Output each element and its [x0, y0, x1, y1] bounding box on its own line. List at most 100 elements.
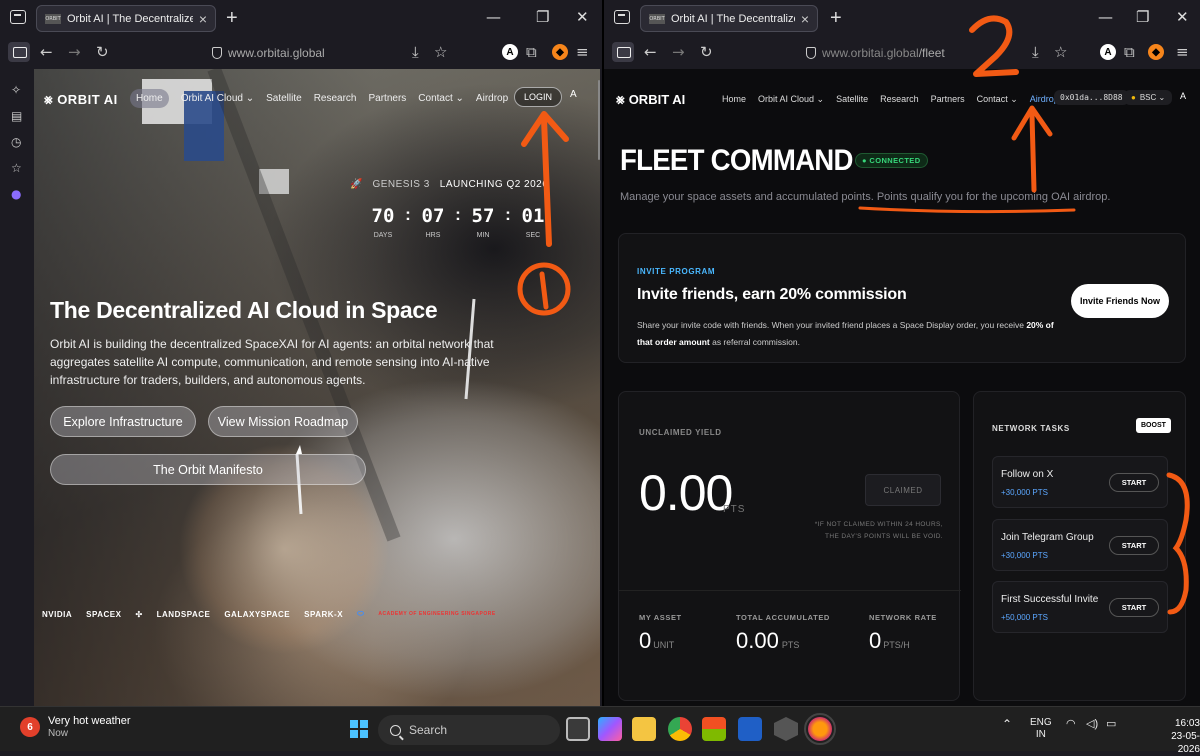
new-tab-icon[interactable]: + — [830, 7, 842, 30]
extensions-icon[interactable]: ⧉ — [1124, 43, 1135, 61]
boost-badge[interactable]: BOOST — [1136, 418, 1171, 433]
chain-selector[interactable]: BSC ⌄ — [1124, 90, 1173, 105]
search-icon — [390, 724, 401, 736]
nav-home[interactable]: Home — [722, 94, 746, 105]
close-icon[interactable]: × — [199, 11, 207, 27]
start-icon[interactable] — [350, 720, 368, 738]
account-icon[interactable]: A — [502, 44, 518, 60]
metamask-icon[interactable]: ◆ — [1148, 44, 1164, 60]
taskbar-search[interactable]: Search — [378, 715, 560, 745]
invite-description: Share your invite code with friends. Whe… — [637, 320, 1054, 347]
nav-cloud[interactable]: Orbit AI Cloud ⌄ — [181, 93, 254, 104]
store-icon[interactable] — [702, 717, 726, 741]
app-icon[interactable] — [738, 717, 762, 741]
metamask-icon[interactable]: ◆ — [552, 44, 568, 60]
ai-sparkle-icon[interactable]: ✧ — [11, 83, 21, 97]
nav-home[interactable]: Home — [130, 89, 169, 108]
bookmarks-icon[interactable]: ▤ — [11, 109, 22, 123]
task-view-icon[interactable] — [566, 717, 590, 741]
orbit-logo[interactable]: ⨳ ORBIT AI — [616, 91, 685, 108]
page-scrollbar[interactable] — [598, 80, 600, 160]
language-indicator[interactable]: ENG IN — [1030, 717, 1052, 741]
sidebar-toggle-icon[interactable] — [612, 42, 634, 62]
language-icon[interactable]: A — [1180, 91, 1186, 101]
nav-contact[interactable]: Contact ⌄ — [977, 94, 1018, 105]
extensions-icon[interactable]: ⧉ — [526, 43, 537, 61]
wifi-icon[interactable]: ◠ — [1066, 717, 1076, 730]
minimize-icon[interactable]: — — [486, 8, 501, 26]
countdown-days: 70 — [371, 205, 395, 227]
minimize-icon[interactable]: — — [1098, 8, 1113, 26]
download-icon[interactable]: ⤓ — [1032, 43, 1039, 61]
nav-research[interactable]: Research — [314, 93, 357, 104]
reload-icon[interactable]: ↻ — [96, 43, 109, 61]
network-tasks-card: NETWORK TASKS BOOST Follow on X +30,000 … — [973, 391, 1186, 701]
menu-icon[interactable]: ≡ — [1176, 43, 1189, 61]
browser-sidebar: ✧ ▤ ◷ ☆ ● — [0, 69, 34, 706]
stat-my-asset: MY ASSET 0 UNIT — [639, 613, 682, 653]
left-browser-window: ORBIT Orbit AI | The Decentralized AI C … — [0, 0, 602, 706]
nav-partners[interactable]: Partners — [369, 93, 407, 104]
app-hex-icon[interactable] — [774, 717, 798, 741]
browser-tab[interactable]: ORBIT Orbit AI | The Decentralized AI C … — [36, 5, 216, 32]
task-join-telegram: Join Telegram Group +30,000 PTS START — [992, 519, 1168, 571]
window-close-icon[interactable]: ✕ — [576, 8, 589, 26]
firefox-icon[interactable] — [804, 713, 836, 745]
back-icon[interactable]: ← — [644, 43, 657, 61]
right-browser-window: ORBIT Orbit AI | The Decentralized AI C … — [604, 0, 1200, 706]
start-button[interactable]: START — [1109, 536, 1159, 555]
menu-icon[interactable]: ≡ — [576, 43, 589, 61]
language-icon[interactable]: A — [570, 89, 577, 100]
tab-list-icon[interactable] — [614, 10, 630, 24]
tab-list-icon[interactable] — [10, 10, 26, 24]
nav-satellite[interactable]: Satellite — [266, 93, 302, 104]
nav-cloud[interactable]: Orbit AI Cloud ⌄ — [758, 94, 824, 105]
window-close-icon[interactable]: ✕ — [1176, 8, 1189, 26]
clock[interactable]: 16:03 23-05-2026 — [1152, 717, 1200, 756]
browser-tab[interactable]: ORBIT Orbit AI | The Decentralized AI C … — [640, 5, 818, 32]
login-button[interactable]: LOGIN — [514, 87, 563, 107]
page-subtitle: Manage your space assets and accumulated… — [620, 191, 1111, 203]
restore-icon[interactable]: ❐ — [1136, 8, 1149, 26]
start-button[interactable]: START — [1109, 473, 1159, 492]
view-roadmap-button[interactable]: View Mission Roadmap — [208, 406, 358, 437]
reload-icon[interactable]: ↻ — [700, 43, 713, 61]
bookmark-star-icon[interactable]: ☆ — [434, 43, 447, 61]
back-icon[interactable]: ← — [40, 43, 53, 61]
restore-icon[interactable]: ❐ — [536, 8, 549, 26]
assistant-icon[interactable]: ● — [11, 187, 21, 201]
file-explorer-icon[interactable] — [632, 717, 656, 741]
wallet-address-button[interactable]: 0x01da...8D88 — [1054, 90, 1129, 105]
nav-contact[interactable]: Contact ⌄ — [418, 93, 464, 104]
bookmark-star-icon[interactable]: ☆ — [1054, 43, 1067, 61]
nav-satellite[interactable]: Satellite — [836, 94, 868, 105]
nav-partners[interactable]: Partners — [931, 94, 965, 105]
star-icon[interactable]: ☆ — [11, 161, 22, 175]
tray-chevron-icon[interactable]: ⌃ — [1002, 717, 1012, 731]
sidebar-toggle-icon[interactable] — [8, 42, 30, 62]
nav-research[interactable]: Research — [880, 94, 919, 105]
manifesto-button[interactable]: The Orbit Manifesto — [50, 454, 366, 485]
volume-icon[interactable]: ◁) — [1086, 717, 1098, 730]
chrome-icon[interactable] — [668, 717, 692, 741]
close-icon[interactable]: × — [801, 11, 809, 27]
history-icon[interactable]: ◷ — [11, 135, 21, 149]
account-icon[interactable]: A — [1100, 44, 1116, 60]
nav-airdrop[interactable]: Airdrop — [476, 93, 508, 104]
claim-button[interactable]: CLAIMED — [865, 474, 941, 506]
forward-icon[interactable]: → — [672, 43, 685, 61]
explore-infrastructure-button[interactable]: Explore Infrastructure — [50, 406, 196, 437]
url-bar[interactable]: www.orbitai.global — [212, 42, 325, 64]
new-tab-icon[interactable]: + — [226, 7, 238, 30]
orbit-logo[interactable]: ⨳ ORBIT AI — [44, 91, 118, 108]
start-button[interactable]: START — [1109, 598, 1159, 617]
rocket-icon: 🚀 — [350, 179, 363, 190]
forward-icon[interactable]: → — [68, 43, 81, 61]
url-bar[interactable]: www.orbitai.global/fleet — [806, 42, 945, 64]
weather-widget[interactable]: 6 Very hot weather Now — [20, 715, 131, 739]
invite-friends-button[interactable]: Invite Friends Now — [1071, 284, 1169, 318]
battery-icon[interactable]: ▭ — [1106, 717, 1116, 730]
download-icon[interactable]: ⤓ — [412, 43, 419, 61]
copilot-icon[interactable] — [598, 717, 622, 741]
task-follow-x: Follow on X +30,000 PTS START — [992, 456, 1168, 508]
